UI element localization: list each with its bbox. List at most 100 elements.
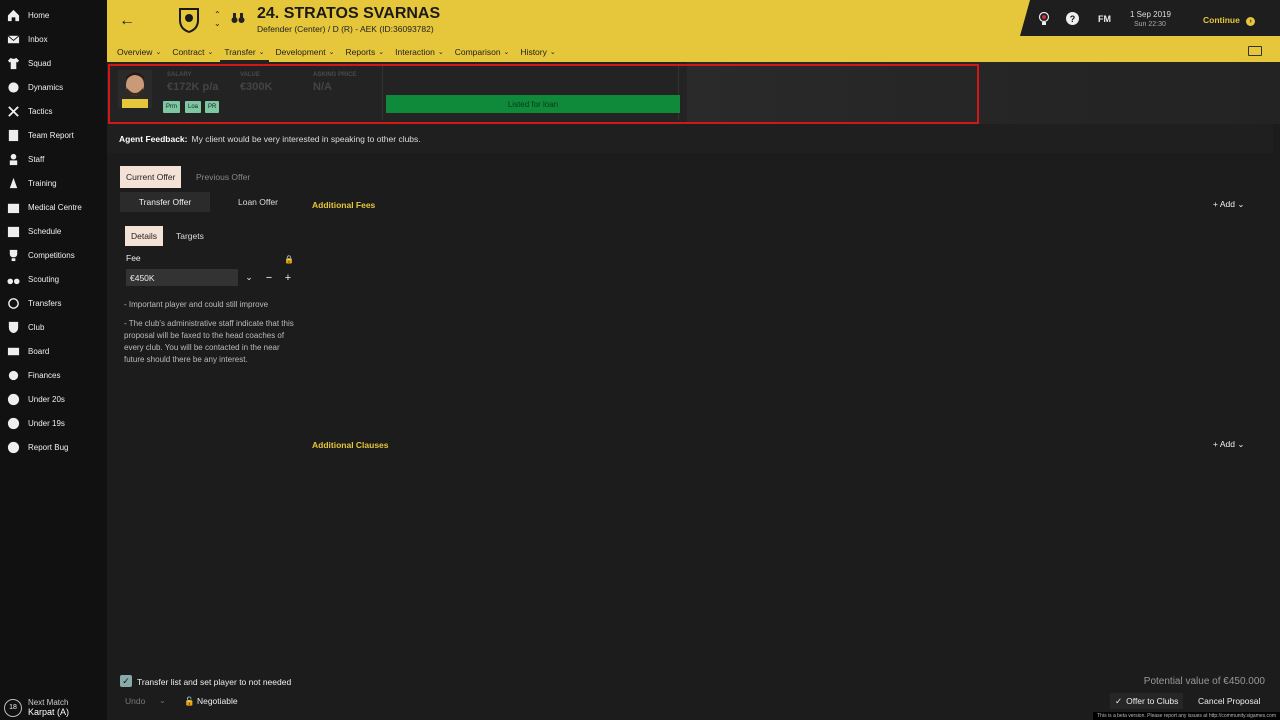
sidebar-item-board[interactable]: Board <box>0 339 107 363</box>
offer-to-clubs-button[interactable]: ✓ Offer to Clubs <box>1110 693 1184 709</box>
tab-contract[interactable]: Contract ⌄ <box>172 42 213 62</box>
sidebar-item-dynamics[interactable]: Dynamics <box>0 75 107 99</box>
sidebar-item-squad[interactable]: Squad <box>0 51 107 75</box>
help-icon[interactable]: ? <box>1066 12 1079 25</box>
tab-label: Transfer <box>224 47 256 57</box>
sidebar-item-schedule[interactable]: Schedule <box>0 219 107 243</box>
sidebar-item-tactics[interactable]: Tactics <box>0 99 107 123</box>
back-arrow-icon[interactable]: ← <box>119 12 135 30</box>
player-nav-arrows[interactable]: ⌃ ⌄ <box>214 10 221 28</box>
tab-label: Comparison <box>454 47 501 57</box>
fee-decrease-button[interactable]: − <box>262 269 276 286</box>
undo-button[interactable]: Undo <box>125 696 145 706</box>
tab-overview[interactable]: Overview ⌄ <box>117 42 161 62</box>
club-crest-icon <box>179 8 199 33</box>
next-match[interactable]: 18 Next Match Karpat (A) <box>4 698 69 717</box>
sidebar-item-transfers[interactable]: Transfers <box>0 291 107 315</box>
sidebar-item-scouting[interactable]: Scouting <box>0 267 107 291</box>
sidebar-item-club[interactable]: Club <box>0 315 107 339</box>
tab-interaction[interactable]: Interaction ⌄ <box>395 42 444 62</box>
shirt-icon <box>6 56 21 71</box>
sidebar-item-label: Medical Centre <box>28 202 82 212</box>
fee-input[interactable]: €450K <box>126 269 238 286</box>
team-icon <box>6 416 21 431</box>
transfer-list-label: Transfer list and set player to not need… <box>137 677 292 687</box>
header: ← ⌃ ⌄ 24. STRATOS SVARNAS Defender (Cente… <box>107 0 1280 42</box>
sidebar-item-label: Transfers <box>28 298 62 308</box>
sidebar-item-label: Team Report <box>28 130 74 140</box>
home-icon <box>6 8 21 23</box>
tab-details[interactable]: Details <box>125 226 163 246</box>
tv-icon[interactable] <box>1248 46 1262 56</box>
tab-label: Interaction <box>395 47 435 57</box>
cancel-proposal-button[interactable]: Cancel Proposal <box>1194 693 1264 709</box>
chevron-down-icon: ⌄ <box>155 49 162 56</box>
sidebar-list: Home Inbox Squad Dynamics Tactics Team Report… <box>0 3 107 459</box>
sidebar-item-medical-centre[interactable]: Medical Centre <box>0 195 107 219</box>
tab-label: History <box>520 47 547 57</box>
binoculars-icon <box>6 272 21 287</box>
lock-icon[interactable]: 🔒 <box>284 255 294 264</box>
medical-icon <box>6 200 21 215</box>
sidebar-item-home[interactable]: Home <box>0 3 107 27</box>
negotiable-toggle[interactable]: 🔓 Negotiable <box>184 696 238 707</box>
sidebar-item-competitions[interactable]: Competitions <box>0 243 107 267</box>
binoculars-icon[interactable] <box>231 12 245 24</box>
sidebar-item-under-20s[interactable]: Under 20s <box>0 387 107 411</box>
tactics-icon <box>6 104 21 119</box>
tab-reports[interactable]: Reports ⌄ <box>346 42 385 62</box>
sidebar-item-finances[interactable]: Finances <box>0 363 107 387</box>
fm-logo[interactable]: FM <box>1098 14 1111 24</box>
offer-label: Offer to Clubs <box>1126 696 1179 706</box>
transfer-offer-toggle[interactable]: Transfer Offer <box>120 192 210 212</box>
tab-history[interactable]: History ⌄ <box>520 42 555 62</box>
sidebar-item-staff[interactable]: Staff <box>0 147 107 171</box>
tab-development[interactable]: Development ⌄ <box>276 42 335 62</box>
finances-icon <box>6 368 21 383</box>
additional-fees-title: Additional Fees <box>312 200 376 210</box>
manager-icon[interactable] <box>1038 12 1050 25</box>
sidebar-item-training[interactable]: Training <box>0 171 107 195</box>
chevron-down-icon: ⌄ <box>1237 199 1245 209</box>
chevron-down-icon[interactable]: ⌄ <box>242 269 256 286</box>
tab-current-offer[interactable]: Current Offer <box>120 166 182 188</box>
sidebar-item-inbox[interactable]: Inbox <box>0 27 107 51</box>
chevron-down-icon[interactable]: ⌄ <box>159 696 166 705</box>
tab-comparison[interactable]: Comparison ⌄ <box>455 42 510 62</box>
header-right-panel: ? FM 1 Sep 2019 Sun 22:30 Continue › <box>1020 0 1280 36</box>
add-label: Add <box>1219 199 1235 209</box>
tab-label: Reports <box>345 47 376 57</box>
tab-targets[interactable]: Targets <box>170 226 210 246</box>
chevron-down-icon: ⌄ <box>549 49 556 56</box>
additional-clauses-title: Additional Clauses <box>312 440 389 450</box>
tab-previous-offer[interactable]: Previous Offer <box>190 166 256 188</box>
chevron-down-icon: ⌄ <box>378 49 385 56</box>
chevron-down-icon: ⌄ <box>1237 439 1245 449</box>
player-title: 24. STRATOS SVARNAS <box>257 5 441 22</box>
board-icon <box>6 344 21 359</box>
check-icon: ✓ <box>1115 695 1123 706</box>
continue-button[interactable]: Continue › <box>1203 15 1256 26</box>
add-fee-button[interactable]: + Add ⌄ <box>1213 199 1244 210</box>
tab-transfer[interactable]: Transfer ⌄ <box>220 42 269 62</box>
offer-note-1: - Important player and could still impro… <box>124 300 269 309</box>
alert-icon <box>6 440 21 455</box>
tab-label: Development <box>275 47 326 57</box>
sidebar-item-label: Squad <box>28 58 52 68</box>
sidebar-item-team-report[interactable]: Team Report <box>0 123 107 147</box>
game-time: Sun 22:30 <box>1134 21 1166 28</box>
offer-note-2: - The club's administrative staff indica… <box>124 319 294 364</box>
sidebar: Home Inbox Squad Dynamics Tactics Team Report… <box>0 0 107 720</box>
transfer-list-checkbox[interactable]: ✓ <box>120 675 132 687</box>
sidebar-item-label: Staff <box>28 154 45 164</box>
sidebar-item-under-19s[interactable]: Under 19s <box>0 411 107 435</box>
sidebar-item-report-bug[interactable]: Report Bug <box>0 435 107 459</box>
sidebar-item-label: Home <box>28 10 50 20</box>
fee-increase-button[interactable]: + <box>281 269 295 286</box>
loan-offer-toggle[interactable]: Loan Offer <box>215 192 301 212</box>
cone-icon <box>6 176 21 191</box>
calendar-icon <box>6 224 21 239</box>
sidebar-item-label: Schedule <box>28 226 62 236</box>
game-date: 1 Sep 2019 <box>1130 10 1171 19</box>
add-clause-button[interactable]: + Add ⌄ <box>1213 439 1244 450</box>
